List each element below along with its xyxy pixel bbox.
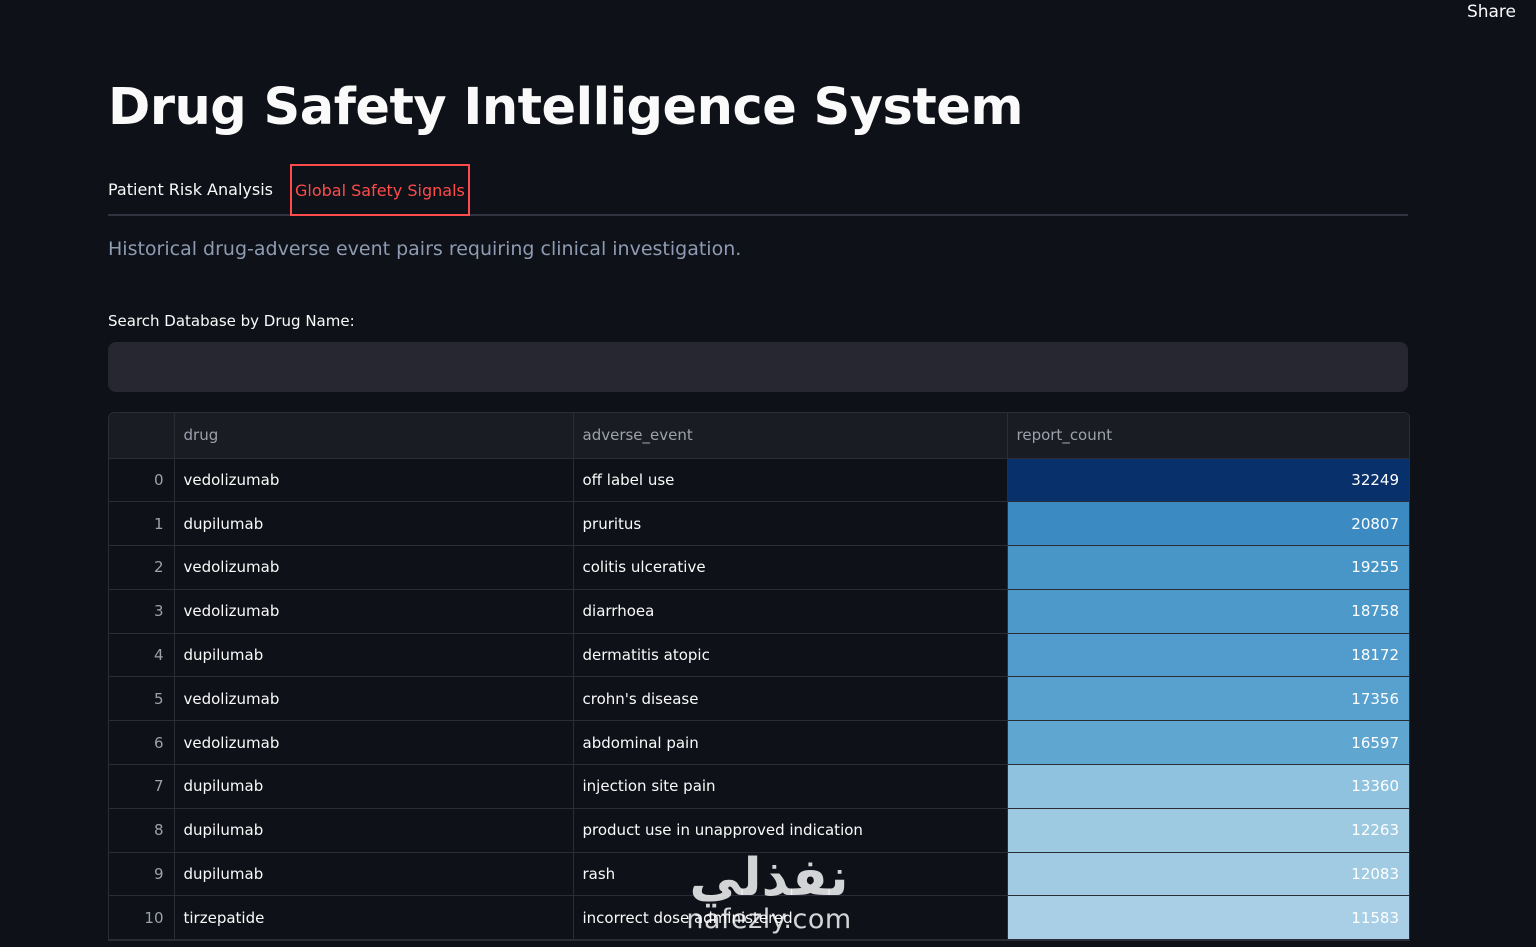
drug-cell[interactable]: dupilumab [174,501,574,547]
adverse-event-cell[interactable]: abdominal pain [573,720,1008,766]
report-count-cell[interactable]: 20807 [1007,501,1409,547]
row-index-cell[interactable]: 4 [109,633,175,678]
adverse-event-cell[interactable]: dermatitis atopic [573,633,1008,678]
row-index-cell[interactable]: 7 [109,764,175,809]
adverse-event-cell[interactable]: product use in unapproved indication [573,808,1008,853]
tab-patient-risk-analysis[interactable]: Patient Risk Analysis [108,164,276,214]
adverse-event-cell[interactable]: diarrhoea [573,589,1008,634]
table-row[interactable]: 6 vedolizumab abdominal pain 16597 [109,720,1409,766]
row-index-cell[interactable]: 6 [109,720,175,766]
tab-global-safety-signals[interactable]: Global Safety Signals [289,164,470,216]
drug-cell[interactable]: vedolizumab [174,545,574,590]
report-count-cell[interactable]: 17356 [1007,676,1409,722]
page-title: Drug Safety Intelligence System [108,78,1023,137]
report-count-cell[interactable]: 12083 [1007,852,1409,897]
page-caption: Historical drug-adverse event pairs requ… [108,238,742,260]
column-header-adverse-event[interactable]: adverse_event [573,413,1008,459]
drug-cell[interactable]: dupilumab [174,764,574,809]
report-count-cell[interactable]: 32249 [1007,458,1409,503]
row-index-cell[interactable]: 8 [109,808,175,853]
drug-cell[interactable]: vedolizumab [174,589,574,634]
drug-cell[interactable]: dupilumab [174,808,574,853]
row-index-cell[interactable]: 10 [109,895,175,941]
tab-bar: Patient Risk Analysis Global Safety Sign… [108,164,1408,216]
drug-cell[interactable]: vedolizumab [174,458,574,503]
table-row[interactable]: 1 dupilumab pruritus 20807 [109,501,1409,547]
adverse-event-cell[interactable]: pruritus [573,501,1008,547]
search-label: Search Database by Drug Name: [108,312,355,330]
adverse-event-cell[interactable]: off label use [573,458,1008,503]
column-header-index[interactable] [109,413,175,459]
row-index-cell[interactable]: 9 [109,852,175,897]
table-row[interactable]: 9 dupilumab rash 12083 [109,852,1409,897]
report-count-cell[interactable]: 13360 [1007,764,1409,809]
table-header-row: drug adverse_event report_count [109,413,1409,459]
report-count-cell[interactable]: 12263 [1007,808,1409,853]
signals-table[interactable]: drug adverse_event report_count 0 vedoliz… [108,412,1410,942]
table-row[interactable]: 4 dupilumab dermatitis atopic 18172 [109,633,1409,678]
column-header-report-count[interactable]: report_count [1007,413,1409,459]
table-row[interactable]: 5 vedolizumab crohn's disease 17356 [109,676,1409,722]
drug-search-input[interactable] [108,342,1408,392]
report-count-cell[interactable]: 16597 [1007,720,1409,766]
share-button[interactable]: Share [1467,2,1516,22]
drug-cell[interactable]: tirzepatide [174,895,574,941]
drug-cell[interactable]: vedolizumab [174,720,574,766]
table-row[interactable]: 2 vedolizumab colitis ulcerative 19255 [109,545,1409,590]
row-index-cell[interactable]: 2 [109,545,175,590]
table-row[interactable]: 8 dupilumab product use in unapproved indi… [109,808,1409,853]
report-count-cell[interactable]: 18172 [1007,633,1409,678]
row-index-cell[interactable]: 5 [109,676,175,722]
report-count-cell[interactable]: 19255 [1007,545,1409,590]
table-body: 0 vedolizumab off label use 32249 1 dupilumab… [109,458,1409,941]
drug-cell[interactable]: dupilumab [174,852,574,897]
report-count-cell[interactable]: 11583 [1007,895,1409,941]
table-row[interactable]: 3 vedolizumab diarrhoea 18758 [109,589,1409,634]
adverse-event-cell[interactable]: crohn's disease [573,676,1008,722]
table-row[interactable]: 10 tirzepatide incorrect dose administered… [109,895,1409,941]
row-index-cell[interactable]: 0 [109,458,175,503]
report-count-cell[interactable]: 18758 [1007,589,1409,634]
drug-cell[interactable]: vedolizumab [174,676,574,722]
table-row[interactable]: 7 dupilumab injection site pain 13360 [109,764,1409,809]
row-index-cell[interactable]: 1 [109,501,175,547]
drug-cell[interactable]: dupilumab [174,633,574,678]
adverse-event-cell[interactable]: incorrect dose administered [573,895,1008,941]
column-header-drug[interactable]: drug [174,413,574,459]
row-index-cell[interactable]: 3 [109,589,175,634]
adverse-event-cell[interactable]: rash [573,852,1008,897]
adverse-event-cell[interactable]: colitis ulcerative [573,545,1008,590]
adverse-event-cell[interactable]: injection site pain [573,764,1008,809]
table-row[interactable]: 0 vedolizumab off label use 32249 [109,458,1409,503]
